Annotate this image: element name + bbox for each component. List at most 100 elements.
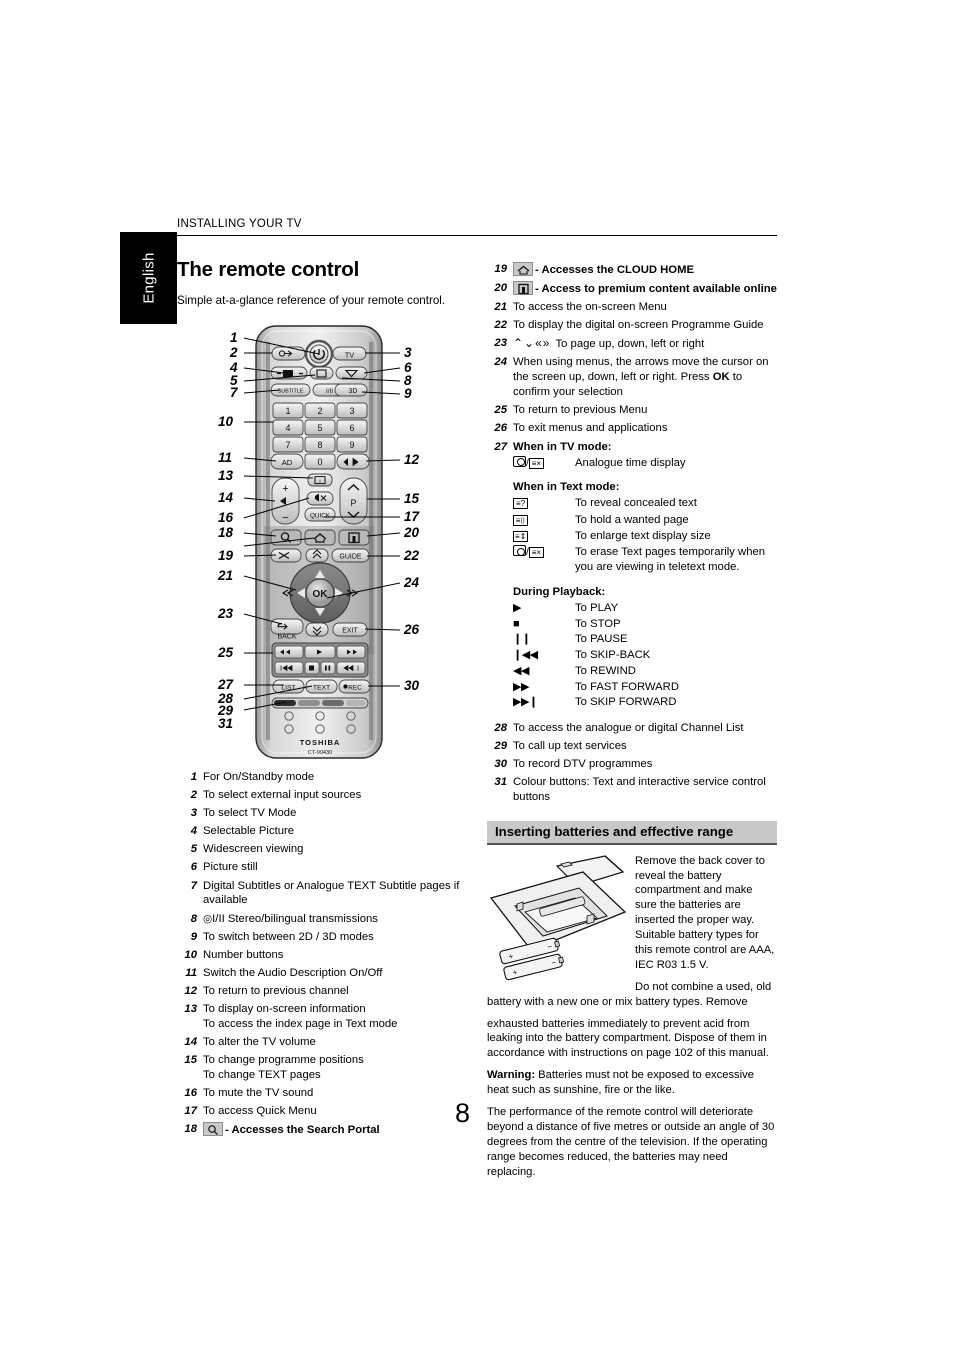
playback-row: ▶▶❙ To SKIP FORWARD: [513, 695, 777, 710]
svg-text:6: 6: [349, 423, 354, 433]
svg-text:5: 5: [317, 423, 322, 433]
playback-glyph: ▶▶: [513, 680, 529, 693]
callout-17: 17: [404, 509, 420, 524]
item-text: To display the digital on-screen Program…: [513, 319, 764, 332]
list-item: 7 Digital Subtitles or Analogue TEXT Subt…: [177, 879, 467, 909]
callout-7: 7: [230, 385, 238, 400]
battery-warning: Warning: Batteries must not be exposed t…: [487, 1068, 777, 1098]
item-27-block: 27 When in TV mode: / ≡× Analogue time di…: [487, 440, 777, 711]
item-number: 1: [190, 771, 197, 783]
item-text: - Accesses the CLOUD HOME: [535, 264, 695, 276]
right-column: 19 - Accesses the CLOUD HOME 20 - Access to…: [487, 262, 777, 1186]
list-item: 21 To access the on-screen Menu: [487, 300, 777, 315]
playback-glyph: ▶: [513, 601, 521, 614]
list-item: 13 To display on-screen information To acc…: [177, 1002, 467, 1032]
list-item: 31 Colour buttons: Text and interactive s…: [487, 775, 777, 805]
callout-19: 19: [218, 548, 234, 563]
remote-control-diagram: TV SUBTITLE I/II 3D 1 2 3 4 5 6 7 8 9 0 …: [243, 325, 401, 759]
svg-text:I/II: I/II: [326, 388, 333, 395]
page-title: The remote control: [177, 258, 360, 281]
playback-row: ■ To STOP: [513, 617, 777, 632]
callout-1: 1: [230, 330, 238, 345]
svg-text:EXIT: EXIT: [342, 628, 358, 635]
item-number: 3: [190, 807, 197, 820]
item-number: 11: [185, 966, 197, 979]
playback-glyph: ❙◀◀: [513, 649, 538, 662]
header-rule: [177, 235, 777, 237]
item-number: 4: [190, 825, 197, 838]
playback-row: ❙◀◀ To SKIP-BACK: [513, 648, 777, 663]
item-number: 17: [184, 1105, 197, 1118]
page-arrows-icon: ⌃⌄«»: [513, 336, 551, 351]
playback-glyph: ◀◀: [513, 664, 529, 677]
playback-heading: During Playback:: [513, 585, 606, 598]
language-tab: English: [120, 232, 177, 324]
item-number: 6: [190, 861, 197, 874]
item-number: 31: [494, 775, 507, 788]
text-mode-label: To erase Text pages temporarily when you…: [575, 546, 766, 574]
svg-text:BACK: BACK: [277, 634, 296, 641]
running-head: INSTALLING YOUR TV: [177, 218, 302, 230]
callout-18: 18: [218, 525, 234, 540]
playback-row: ◀◀ To REWIND: [513, 664, 777, 679]
list-item: 16 To mute the TV sound: [177, 1086, 467, 1101]
callout-11: 11: [218, 450, 233, 465]
teletext-erase-icon: / ≡×: [513, 545, 575, 559]
list-item: 19 - Accesses the CLOUD HOME: [487, 262, 777, 278]
list-item: 28 To access the analogue or digital Chan…: [487, 721, 777, 736]
callout-30: 30: [404, 678, 420, 693]
item-number: 22: [494, 319, 507, 332]
search-icon: [203, 1122, 223, 1137]
page-number: 8: [455, 1098, 471, 1128]
callout-22: 22: [404, 548, 420, 563]
item-text: To alter the TV volume: [203, 1036, 316, 1049]
list-item: 23 ⌃⌄«» To page up, down, left or right: [487, 336, 777, 352]
callout-15: 15: [404, 491, 420, 506]
item-number: 16: [184, 1087, 197, 1100]
list-item: 22 To display the digital on-screen Progr…: [487, 318, 777, 333]
home-icon: [513, 262, 533, 276]
text-mode-label: To reveal concealed text: [575, 497, 697, 510]
playback-label: To REWIND: [575, 664, 636, 677]
playback-glyph: ■: [513, 617, 520, 630]
list-item: 1 For On/Standby mode: [177, 770, 467, 785]
item-number: 8: [190, 912, 197, 925]
item-text: - Accesses the Search Portal: [225, 1124, 380, 1137]
list-item: 5 Widescreen viewing: [177, 842, 467, 857]
callout-2: 2: [230, 345, 238, 360]
item-text: To page up, down, left or right: [555, 338, 705, 351]
warning-label: Warning:: [487, 1069, 536, 1082]
item-text: To access the on-screen Menu: [513, 301, 667, 314]
svg-text:1: 1: [285, 406, 290, 416]
callout-3: 3: [404, 345, 412, 360]
item-number: 13: [184, 1003, 197, 1016]
playback-label: To SKIP FORWARD: [575, 696, 677, 709]
item-text: Number buttons: [203, 948, 284, 961]
item-number: 19: [494, 263, 507, 275]
page-subtitle: Simple at-a-glance reference of your rem…: [177, 294, 446, 307]
list-item: 26 To exit menus and applications: [487, 421, 777, 436]
svg-text:TV: TV: [345, 350, 355, 359]
svg-text:8: 8: [317, 440, 322, 450]
item-text: To mute the TV sound: [203, 1087, 314, 1100]
svg-text:+: +: [282, 483, 288, 495]
remote-control-figure: TV SUBTITLE I/II 3D 1 2 3 4 5 6 7 8 9 0 …: [172, 318, 472, 768]
tv-mode-label: Analogue time display: [575, 456, 686, 469]
list-item: 11 Switch the Audio Description On/Off: [177, 966, 467, 981]
callout-20: 20: [404, 525, 420, 540]
callout-31: 31: [218, 716, 234, 731]
battery-installation-diagram: + − + −: [489, 855, 627, 980]
item-number: 28: [494, 721, 507, 734]
text-mode-row: ≡? To reveal concealed text: [513, 496, 777, 511]
callout-25: 25: [218, 645, 234, 660]
item-text: Switch the Audio Description On/Off: [203, 966, 383, 979]
list-item: 17 To access Quick Menu: [177, 1104, 467, 1119]
item-text: Digital Subtitles or Analogue TEXT Subti…: [203, 879, 460, 907]
callout-16: 16: [218, 510, 234, 525]
svg-text:CT-90430: CT-90430: [308, 750, 333, 756]
svg-text:−: −: [282, 512, 288, 524]
callout-24: 24: [404, 575, 420, 590]
svg-text:2: 2: [317, 406, 322, 416]
svg-text:0: 0: [317, 457, 322, 467]
callout-9: 9: [404, 386, 412, 401]
